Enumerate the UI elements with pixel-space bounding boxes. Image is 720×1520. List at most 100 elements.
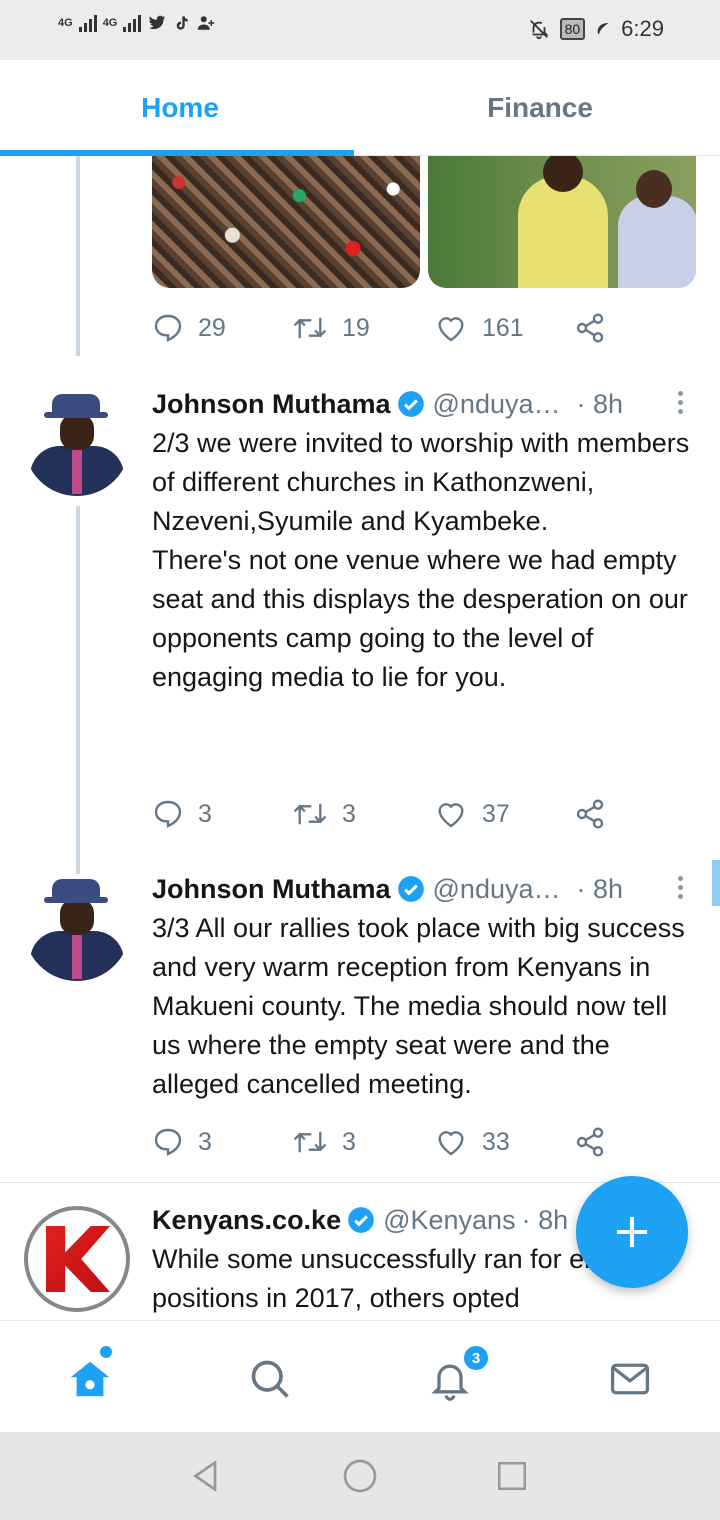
reply-button[interactable]: 3 <box>152 1126 292 1158</box>
nav-home[interactable] <box>60 1349 120 1409</box>
retweet-button[interactable]: 3 <box>292 1126 434 1158</box>
more-options-icon[interactable] <box>672 388 688 418</box>
home-icon <box>70 1361 110 1397</box>
tab-home[interactable]: Home <box>0 60 360 156</box>
back-icon <box>193 1459 217 1493</box>
author-name[interactable]: Kenyans.co.ke <box>152 1205 341 1236</box>
tweet-photo-rally[interactable] <box>428 156 696 288</box>
clock: 6:29 <box>621 16 664 41</box>
tweet-header: Johnson Muthama @nduya… · 8h <box>152 386 692 422</box>
share-button[interactable] <box>574 312 606 344</box>
like-button[interactable]: 37 <box>434 798 574 830</box>
retweet-icon <box>293 1131 327 1153</box>
system-navigation-bar <box>0 1432 720 1520</box>
tiktok-icon <box>177 16 189 30</box>
nav-search[interactable] <box>240 1349 300 1409</box>
messages-icon <box>610 1363 650 1395</box>
status-left: 4G 4G <box>58 14 217 32</box>
tweet-actions: 3 3 37 <box>152 794 622 834</box>
notification-badge: 3 <box>462 1344 490 1372</box>
compose-tweet-button[interactable] <box>576 1176 688 1288</box>
home-circle-icon <box>343 1459 377 1493</box>
tweet-actions: 29 19 161 <box>152 308 622 348</box>
reply-icon <box>154 1128 182 1156</box>
reply-icon <box>154 800 182 828</box>
tab-finance[interactable]: Finance <box>360 60 720 156</box>
retweet-count: 3 <box>342 799 356 828</box>
retweet-count: 3 <box>342 1127 356 1156</box>
avatar[interactable] <box>24 875 130 981</box>
author-handle[interactable]: @nduya… <box>433 389 561 420</box>
network-label-2: 4G <box>102 17 118 29</box>
retweet-count: 19 <box>342 313 370 342</box>
avatar[interactable] <box>24 390 130 496</box>
verified-badge-icon <box>348 1207 374 1233</box>
reply-count: 29 <box>198 313 226 342</box>
like-count: 161 <box>482 313 524 342</box>
like-button[interactable]: 161 <box>434 312 574 344</box>
status-bar: 4G 4G 80 6:29 <box>0 0 720 60</box>
heart-icon <box>438 803 464 828</box>
tweet-media-grid[interactable] <box>152 156 696 288</box>
mute-icon <box>529 20 549 40</box>
like-button[interactable]: 33 <box>434 1126 574 1158</box>
tweet-actions: 3 3 33 <box>152 1122 622 1162</box>
author-name[interactable]: Johnson Muthama <box>152 874 391 905</box>
like-count: 37 <box>482 799 510 828</box>
tweet-photo-crowd[interactable] <box>152 156 420 288</box>
leaf-icon <box>597 23 609 35</box>
signal-icon <box>78 14 97 32</box>
author-handle[interactable]: @nduya… <box>433 874 561 905</box>
thread-connector <box>76 156 80 356</box>
battery-indicator: 80 <box>559 18 586 40</box>
author-handle[interactable]: @Kenyans <box>383 1205 515 1236</box>
tweet-header: Johnson Muthama @nduya… · 8h <box>152 871 692 907</box>
top-tabs: Home Finance <box>0 60 720 156</box>
home-button[interactable] <box>340 1456 380 1496</box>
tweet-time: · 8h <box>576 873 624 904</box>
bottom-navigation <box>0 1320 720 1432</box>
recents-button[interactable] <box>492 1456 532 1496</box>
verified-badge-icon <box>397 876 424 902</box>
retweet-button[interactable]: 3 <box>292 798 434 830</box>
thread-connector <box>76 506 80 874</box>
like-count: 33 <box>482 1127 510 1156</box>
scrollbar-thumb[interactable] <box>712 860 720 906</box>
plus-icon <box>617 1217 647 1247</box>
tweet-time: · 8h <box>521 1204 569 1235</box>
reply-icon <box>154 314 182 342</box>
home-new-indicator <box>100 1346 112 1358</box>
share-icon <box>576 1127 604 1157</box>
network-label-1: 4G <box>58 17 73 29</box>
reply-button[interactable]: 29 <box>152 312 292 344</box>
recents-icon <box>497 1461 527 1491</box>
avatar[interactable] <box>24 1206 130 1312</box>
retweet-icon <box>293 317 327 339</box>
reply-count: 3 <box>198 799 212 828</box>
back-button[interactable] <box>186 1456 226 1496</box>
add-person-icon <box>198 16 215 30</box>
timeline-feed[interactable]: 29 19 161 Johnson Muthama @nduya… · 8h 2… <box>0 156 720 1320</box>
tweet-text: 3/3 All our rallies took place with big … <box>152 913 685 1099</box>
tweet-text: 2/3 we were invited to worship with memb… <box>152 428 690 692</box>
twitter-icon <box>149 15 166 30</box>
kenyans-logo <box>46 1226 110 1292</box>
retweet-icon <box>293 803 327 825</box>
nav-messages[interactable] <box>600 1349 660 1409</box>
status-right: 80 6:29 <box>528 16 664 42</box>
reply-count: 3 <box>198 1127 212 1156</box>
author-name[interactable]: Johnson Muthama <box>152 389 391 420</box>
share-icon <box>576 313 604 343</box>
share-button[interactable] <box>574 1126 606 1158</box>
reply-button[interactable]: 3 <box>152 798 292 830</box>
more-options-icon[interactable] <box>672 873 688 903</box>
signal-icon <box>123 14 142 32</box>
retweet-button[interactable]: 19 <box>292 312 434 344</box>
heart-icon <box>438 317 464 342</box>
search-icon <box>251 1360 289 1398</box>
verified-badge-icon <box>397 391 424 417</box>
heart-icon <box>438 1131 464 1156</box>
tweet-time: · 8h <box>576 388 624 419</box>
share-button[interactable] <box>574 798 606 830</box>
share-icon <box>576 799 604 829</box>
